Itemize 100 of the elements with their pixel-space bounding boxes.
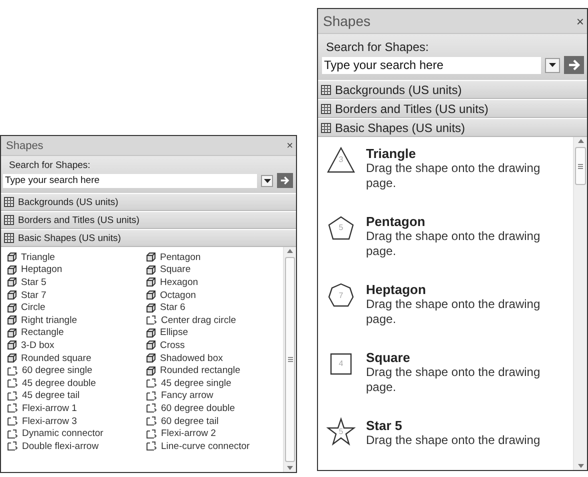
connector-icon [146, 315, 157, 326]
box-icon [146, 277, 156, 288]
shape-item[interactable]: 45 degree double [7, 376, 138, 390]
grip-icon [288, 357, 292, 362]
shape-item[interactable]: Rounded square [7, 352, 138, 364]
shape-item[interactable]: Star 5 [7, 276, 138, 289]
stencil-icon [321, 122, 331, 132]
shape-item[interactable]: Shadowed box [146, 352, 277, 364]
scrollbar-thumb[interactable] [285, 257, 295, 462]
shape-item[interactable]: Hexagon [146, 276, 277, 289]
shape-item[interactable]: Star 7 [7, 288, 138, 302]
connector-icon [7, 378, 18, 388]
shape-item[interactable]: 3-D box [7, 339, 138, 352]
panel-title: Shapes [6, 140, 44, 152]
stencil-icon [4, 233, 14, 243]
shape-description: Drag the shape onto the drawing page. [366, 297, 542, 327]
connector-icon [146, 441, 157, 452]
connector-icon [7, 428, 18, 439]
box-icon [7, 252, 17, 262]
shape-item[interactable]: Line-curve connector [146, 440, 277, 452]
box-icon [146, 328, 156, 338]
scroll-down-icon [578, 464, 584, 468]
connector-icon [146, 416, 157, 426]
shape-item[interactable]: 45 degree single [146, 376, 277, 390]
shape-item[interactable]: Octagon [146, 288, 277, 302]
stencil-header[interactable]: Backgrounds (US units) [318, 80, 587, 99]
box-icon [146, 264, 156, 275]
stencil-header[interactable]: Backgrounds (US units) [1, 193, 296, 211]
shape-item[interactable]: Rounded rectangle [146, 364, 277, 377]
shape-item[interactable]: Dynamic connector [7, 427, 138, 440]
connector-icon [146, 403, 157, 414]
box-icon [7, 340, 17, 350]
box-icon [7, 315, 17, 326]
shape-item[interactable]: Pentagon [146, 251, 277, 264]
shape-item[interactable]: Star 6 [146, 301, 277, 314]
dropdown-button[interactable] [261, 174, 273, 186]
shape-name[interactable]: Pentagon [366, 214, 551, 229]
shape-name[interactable]: Triangle [366, 146, 551, 161]
stencil-header[interactable]: Borders and Titles (US units) [1, 211, 296, 229]
arrow-icon [280, 176, 290, 185]
star-icon [326, 417, 356, 447]
shape-description: Drag the shape onto the drawing page. [366, 161, 542, 191]
dropdown-button[interactable] [545, 58, 560, 72]
box-icon [7, 290, 17, 300]
stencil-header[interactable]: Basic Shapes (US units) [318, 118, 587, 137]
search-button[interactable] [277, 173, 293, 188]
search-field[interactable]: Type your search here [3, 174, 257, 188]
box-icon [146, 340, 156, 350]
shape-item[interactable]: Flexi-arrow 3 [7, 414, 138, 428]
shape-name[interactable]: Heptagon [366, 282, 551, 297]
shape-number: 5 [338, 426, 344, 438]
close-button[interactable]: × [576, 14, 584, 28]
shape-number: 7 [338, 290, 344, 302]
shape-item[interactable]: Cross [146, 339, 277, 352]
shape-number: 3 [338, 154, 344, 166]
shape-item[interactable]: 60 degree single [7, 364, 138, 377]
scroll-down-icon [287, 466, 293, 470]
search-label: Search for Shapes: [9, 160, 92, 171]
shape-item[interactable]: Double flexi-arrow [7, 440, 138, 452]
scrollbar-thumb[interactable] [575, 147, 586, 185]
box-icon [7, 302, 17, 313]
box-icon [146, 252, 156, 262]
shape-item[interactable]: Center drag circle [146, 314, 277, 327]
shape-item[interactable]: Fancy arrow [146, 390, 277, 402]
triangle-icon [326, 145, 356, 175]
shape-item[interactable]: Flexi-arrow 2 [146, 427, 277, 440]
shape-name[interactable]: Square [366, 350, 551, 365]
shape-item[interactable]: Rectangle [7, 326, 138, 340]
shape-item[interactable]: Triangle [7, 251, 138, 264]
shape-item[interactable]: Square [146, 264, 277, 276]
scrollbar[interactable] [573, 137, 587, 470]
shape-description: Drag the shape onto the drawing [366, 433, 542, 448]
connector-icon [146, 378, 157, 388]
shape-item[interactable]: 45 degree tail [7, 390, 138, 402]
box-icon [7, 277, 17, 288]
search-button[interactable] [564, 56, 584, 74]
shape-name[interactable]: Star 5 [366, 418, 551, 433]
connector-icon [7, 390, 18, 401]
box-icon [146, 290, 156, 300]
grip-icon [578, 164, 583, 168]
shape-item[interactable]: Right triangle [7, 314, 138, 327]
shape-item[interactable]: 60 degree double [146, 402, 277, 415]
scroll-up-icon [578, 139, 584, 143]
close-button[interactable]: × [286, 140, 293, 152]
shape-item[interactable]: 60 degree tail [146, 414, 277, 428]
box-icon [146, 366, 156, 376]
shape-item[interactable]: Heptagon [7, 264, 138, 276]
shape-description: Drag the shape onto the drawing page. [366, 365, 542, 395]
stencil-header[interactable]: Basic Shapes (US units) [1, 229, 296, 247]
scrollbar[interactable] [283, 247, 296, 472]
box-icon [7, 264, 17, 275]
connector-icon [7, 403, 18, 414]
shape-item[interactable]: Flexi-arrow 1 [7, 402, 138, 415]
shape-item[interactable]: Circle [7, 301, 138, 314]
arrow-icon [568, 59, 580, 71]
shape-number: 4 [338, 358, 344, 370]
search-field[interactable]: Type your search here [322, 56, 541, 74]
search-label: Search for Shapes: [326, 40, 430, 54]
stencil-header[interactable]: Borders and Titles (US units) [318, 99, 587, 118]
shape-item[interactable]: Ellipse [146, 326, 277, 340]
